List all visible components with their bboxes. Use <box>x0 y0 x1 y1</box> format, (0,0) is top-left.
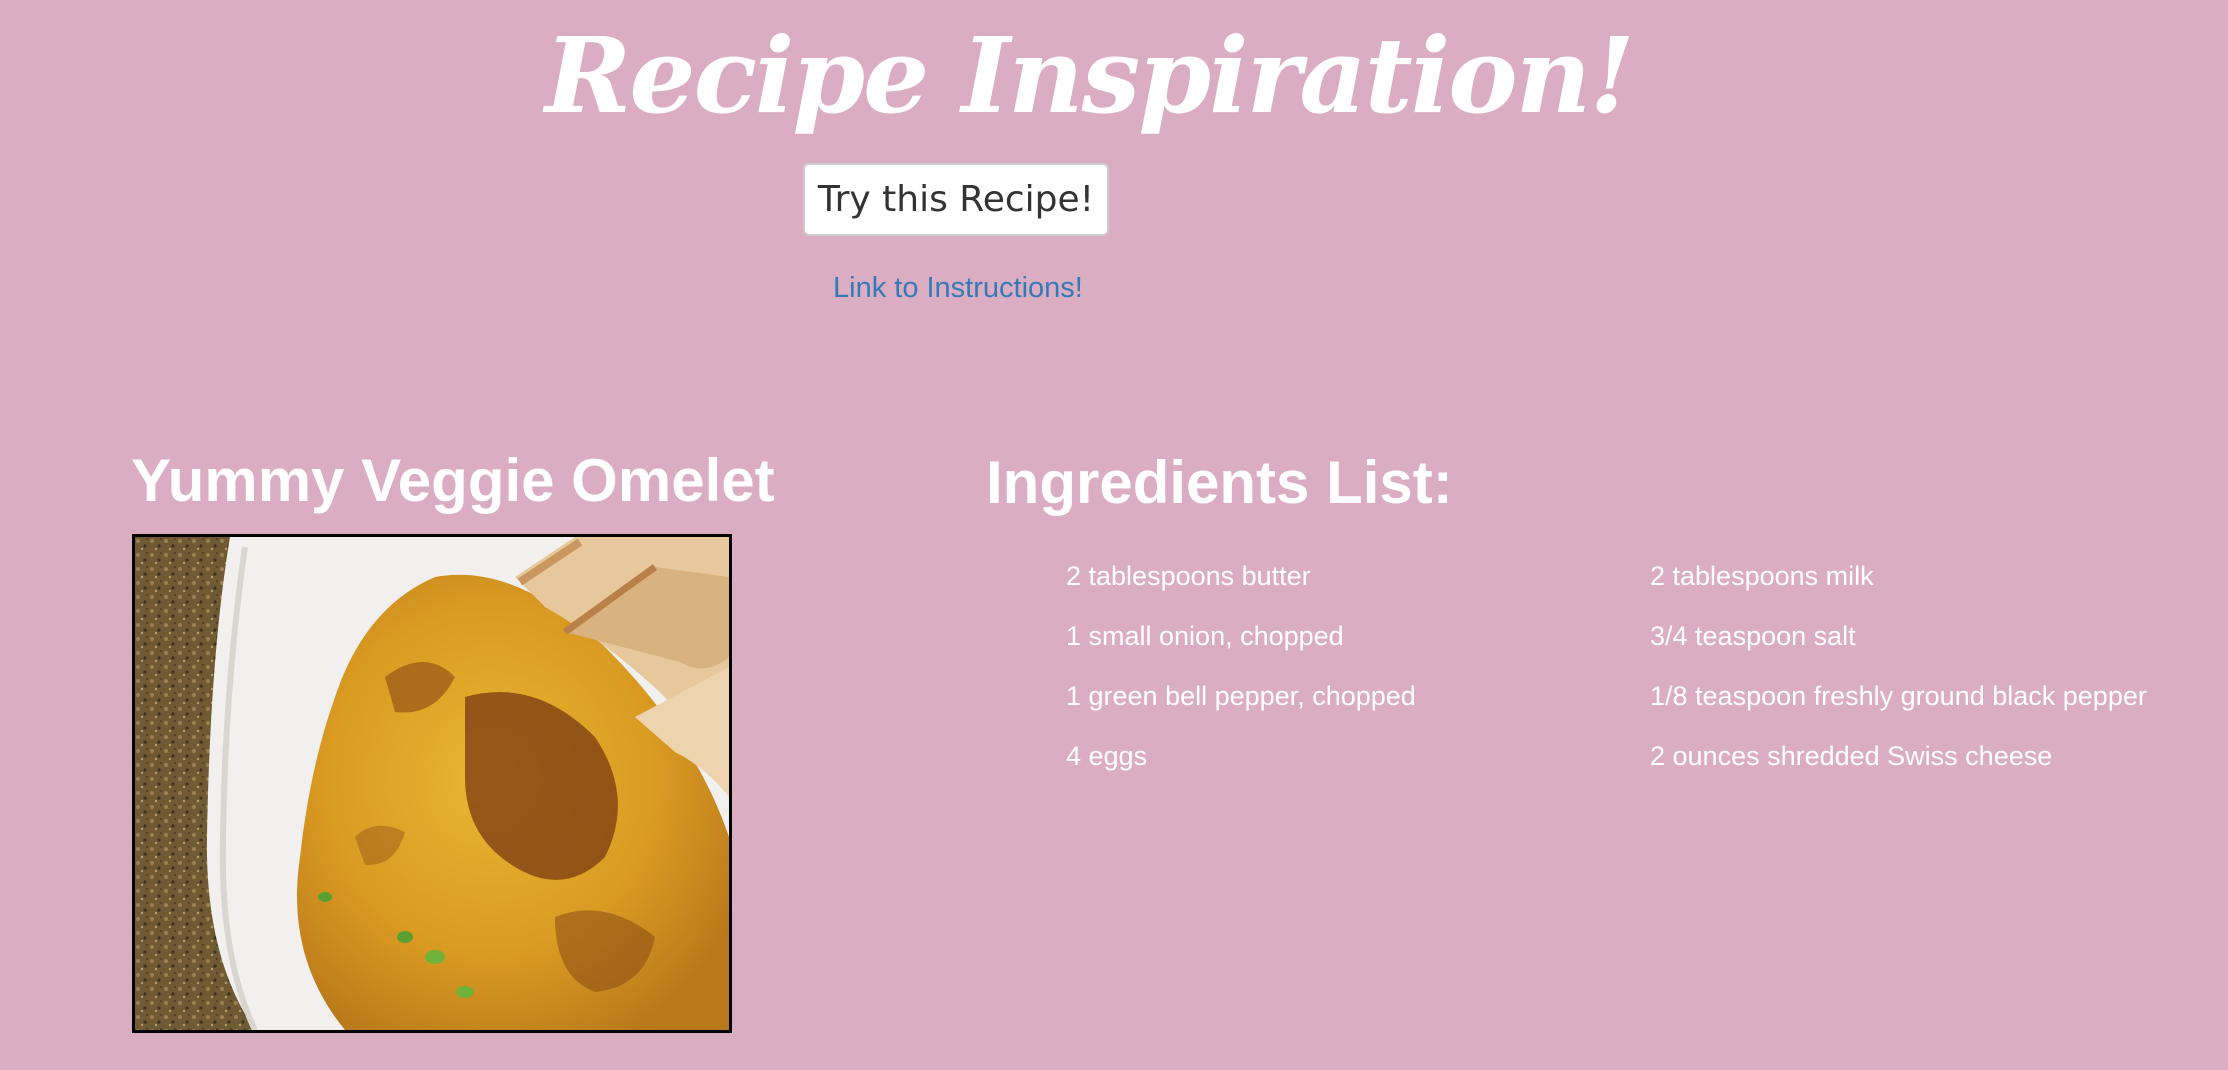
ingredient-item: 4 eggs <box>1066 741 1148 771</box>
ingredient-item: 1 small onion, chopped <box>1066 621 1344 651</box>
ingredient-item: 1 green bell pepper, chopped <box>1066 681 1416 711</box>
ingredients-left-column: 2 tablespoons butter 1 small onion, chop… <box>1066 546 1416 786</box>
ingredient-item: 1/8 teaspoon freshly ground black pepper <box>1650 681 2147 711</box>
ingredient-item: 2 ounces shredded Swiss cheese <box>1650 741 2053 771</box>
page-title: Recipe Inspiration! <box>545 14 1635 137</box>
omelet-photo-icon <box>135 537 729 1030</box>
ingredients-heading: Ingredients List: <box>986 449 1453 516</box>
try-recipe-button[interactable]: Try this Recipe! <box>803 163 1109 236</box>
ingredient-item: 2 tablespoons butter <box>1066 561 1311 591</box>
ingredient-item: 2 tablespoons milk <box>1650 561 1874 591</box>
ingredient-item: 3/4 teaspoon salt <box>1650 621 1856 651</box>
recipe-photo <box>132 534 732 1033</box>
instructions-link[interactable]: Link to Instructions! <box>833 270 1083 306</box>
ingredients-right-column: 2 tablespoons milk 3/4 teaspoon salt 1/8… <box>1650 546 2147 786</box>
recipe-title: Yummy Veggie Omelet <box>131 447 775 514</box>
